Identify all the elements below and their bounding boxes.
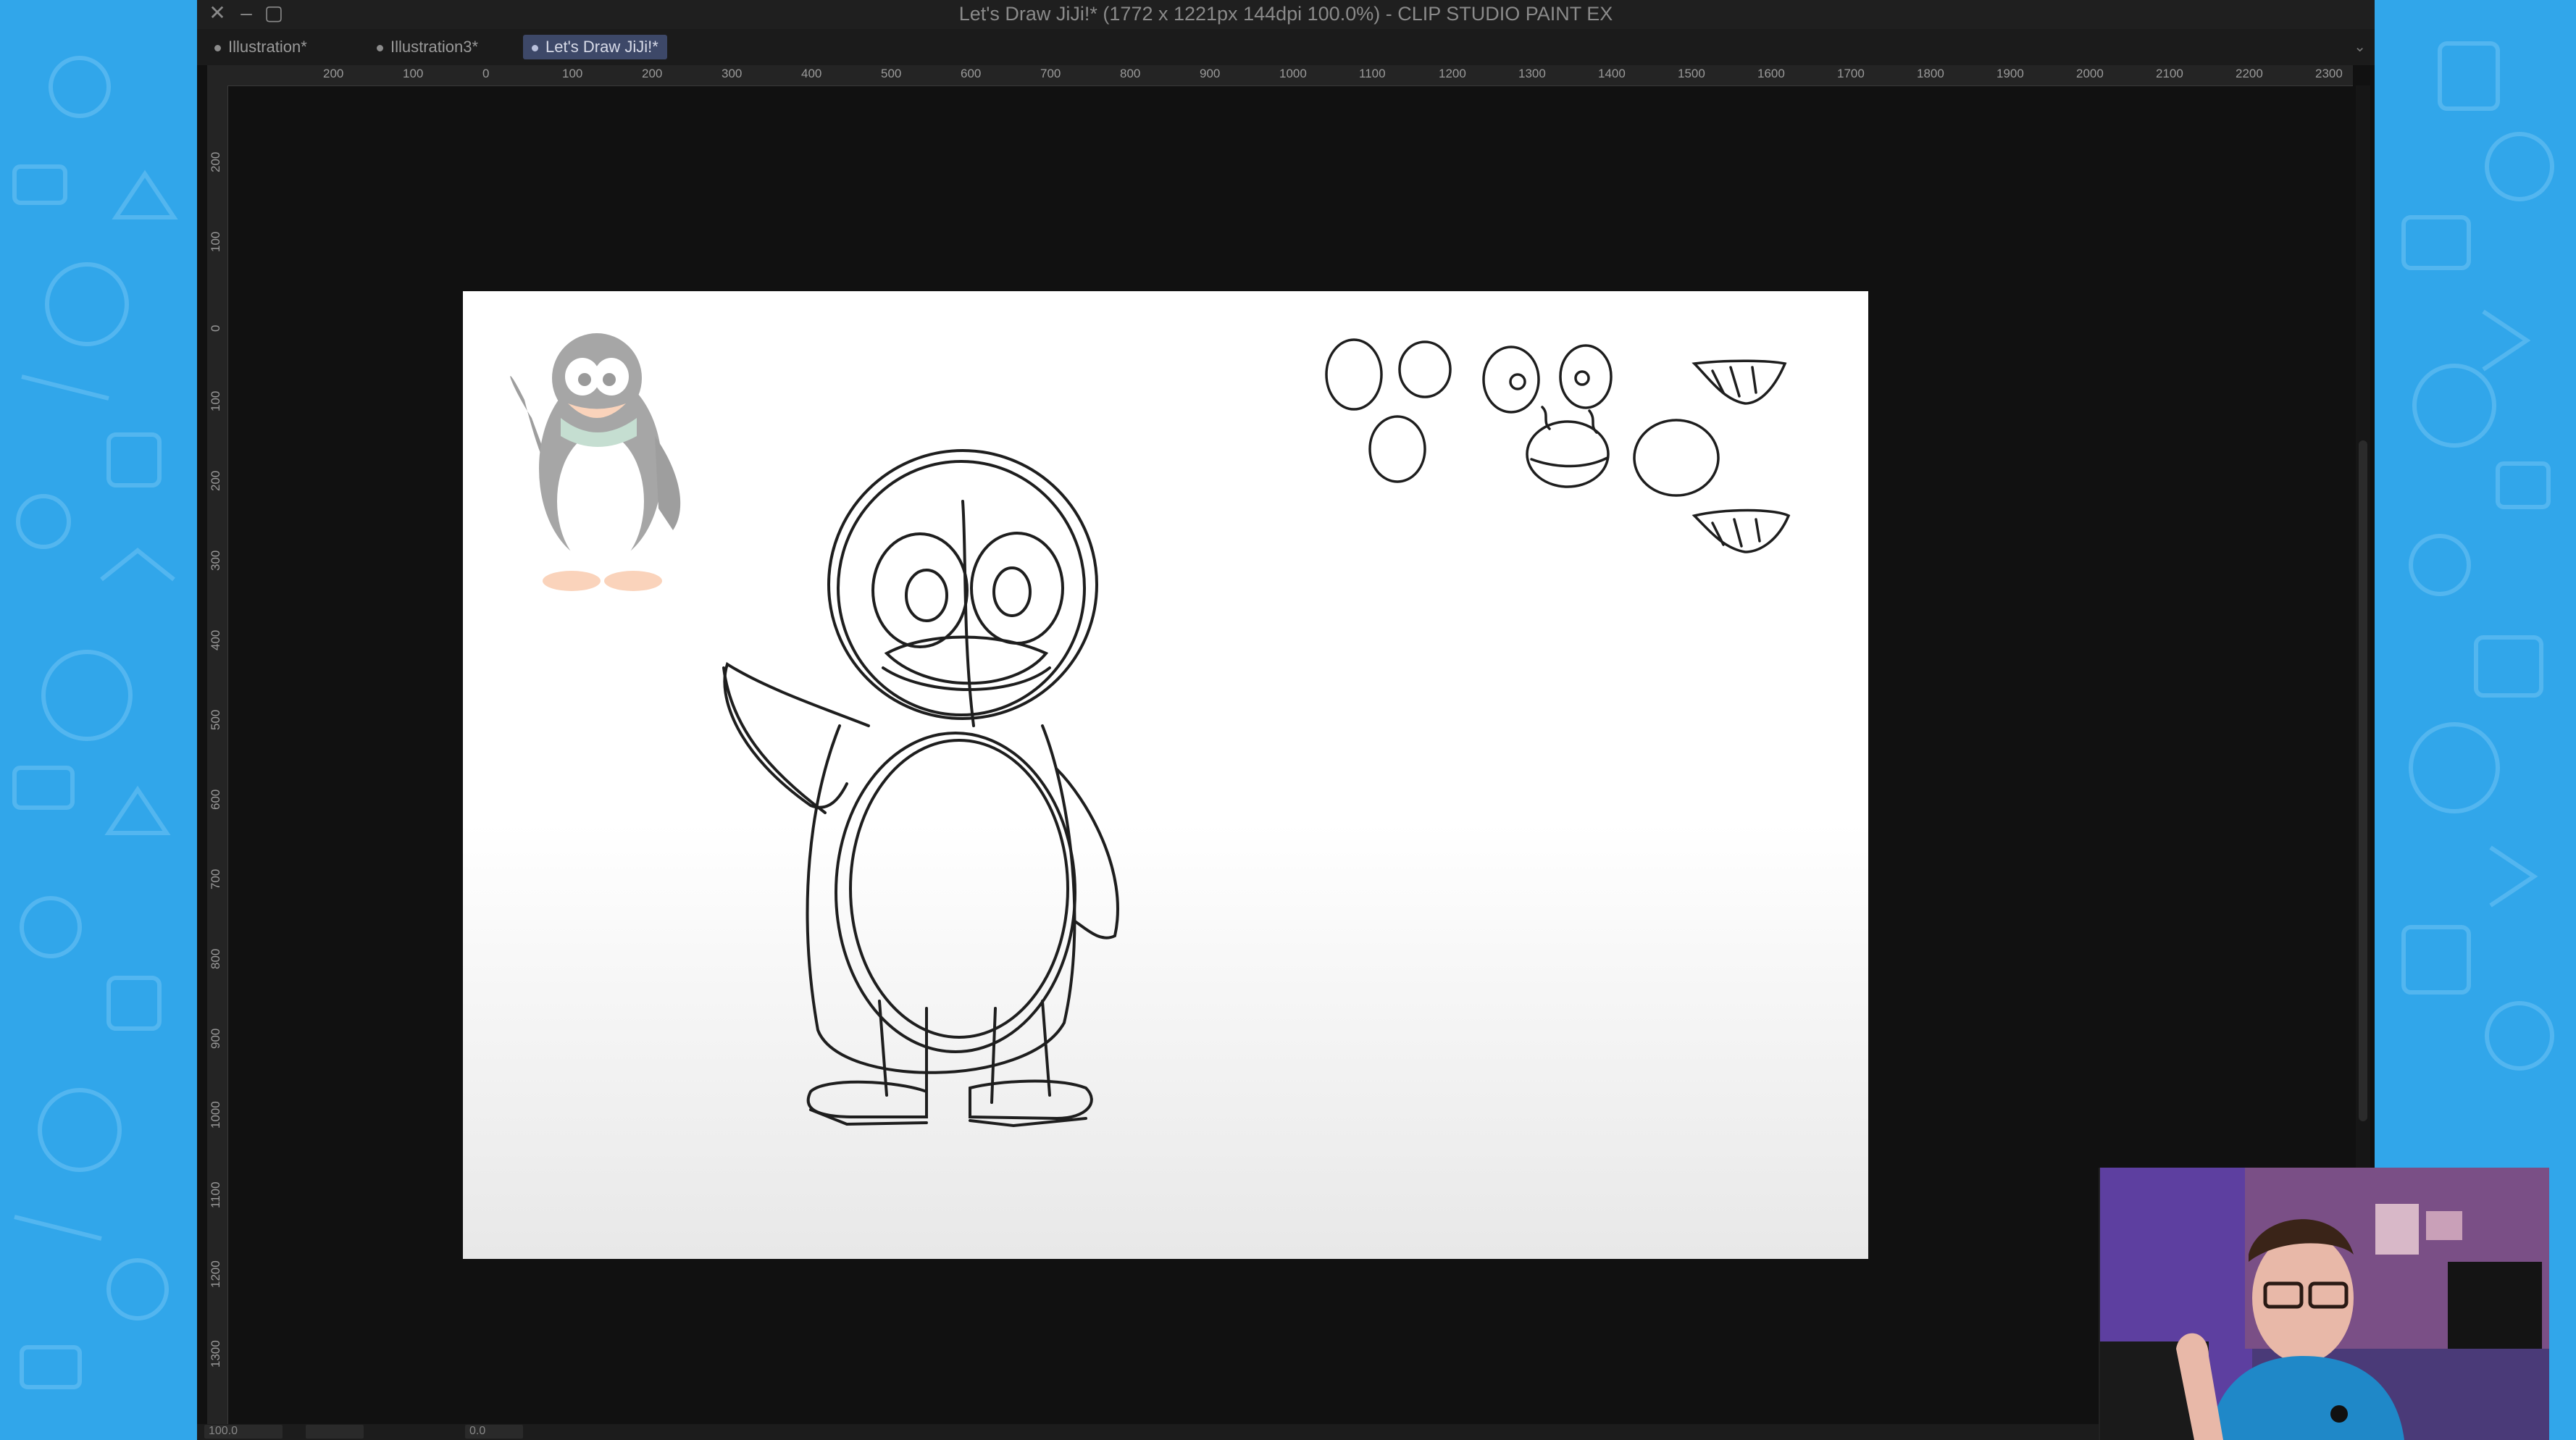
ruler-tick-label: 1500	[1678, 67, 1705, 80]
unsaved-dot-icon	[532, 44, 538, 51]
ruler-tick-label: 100	[209, 231, 222, 252]
ruler-tick-label: 300	[209, 550, 222, 571]
ruler-tick-label: 0	[482, 67, 490, 80]
ruler-tick-label: 1400	[1598, 67, 1626, 80]
zoom-slider[interactable]	[306, 1425, 364, 1439]
ruler-tick-label: 200	[323, 67, 344, 80]
ruler-tick-label: 1800	[1917, 67, 1944, 80]
reference-penguin-image	[510, 333, 681, 591]
tab-label: Illustration3*	[390, 38, 479, 56]
ruler-tick-label: 1900	[1996, 67, 2024, 80]
ruler-tick-label: 500	[209, 709, 222, 730]
scrollbar-thumb[interactable]	[2359, 440, 2367, 1121]
ruler-tick-label: 2200	[2236, 67, 2263, 80]
tab-illustration[interactable]: Illustration*	[206, 35, 316, 59]
tab-lets-draw-jiji[interactable]: Let's Draw JiJi!*	[523, 35, 667, 59]
tab-label: Illustration*	[228, 38, 307, 56]
tab-label: Let's Draw JiJi!*	[545, 38, 658, 56]
ruler-tick-label: 500	[881, 67, 902, 80]
ruler-tick-label: 300	[722, 67, 743, 80]
ruler-tick-label: 0	[209, 325, 222, 332]
ruler-tick-label: 1600	[1757, 67, 1785, 80]
ruler-tick-label: 400	[801, 67, 822, 80]
streamer-webcam-image	[2100, 1168, 2549, 1440]
tab-overflow-chevron-icon[interactable]: ⌄	[2354, 38, 2366, 56]
ruler-tick-label: 1700	[1837, 67, 1865, 80]
vertical-ruler: 200 100 0 100 200 300 400 500 600 700 800 900 1000 11…	[207, 85, 228, 1431]
penguin-sketch	[722, 449, 1119, 1128]
ruler-tick-label: 100	[403, 67, 424, 80]
rotation-field[interactable]: 0.0	[465, 1425, 523, 1439]
ruler-tick-label: 100	[209, 390, 222, 411]
ruler-tick-label: 2000	[2076, 67, 2104, 80]
unsaved-dot-icon	[214, 44, 221, 51]
ruler-tick-label: 1300	[209, 1340, 222, 1368]
ruler-tick-label: 600	[209, 789, 222, 810]
sketch-artwork	[510, 333, 1791, 1128]
ruler-tick-label: 900	[209, 1028, 222, 1049]
ruler-tick-label: 600	[961, 67, 982, 80]
status-bar: 100.0 0.0	[197, 1424, 2375, 1440]
ruler-tick-label: 800	[209, 948, 222, 969]
ruler-tick-label: 200	[642, 67, 663, 80]
ruler-tick-label: 700	[209, 868, 222, 889]
ruler-tick-label: 1100	[1359, 67, 1386, 80]
horizontal-ruler: 200 100 0 100 200 300 400 500 600 700 800 900 1000 11…	[207, 65, 2353, 86]
ruler-tick-label: 100	[562, 67, 583, 80]
ruler-tick-label: 1000	[209, 1101, 222, 1129]
ruler-tick-label: 800	[1120, 67, 1141, 80]
background-pattern-left	[0, 0, 197, 1440]
ruler-tick-label: 2300	[2315, 67, 2343, 80]
eye-and-beak-studies	[1325, 338, 1791, 553]
title-bar: ✕ – ▢ Let's Draw JiJi!* (1772 x 1221px 1…	[197, 0, 2375, 29]
ruler-tick-label: 1200	[1439, 67, 1466, 80]
ruler-tick-label: 200	[209, 151, 222, 172]
ruler-tick-label: 2100	[2156, 67, 2183, 80]
clip-studio-window: ✕ – ▢ Let's Draw JiJi!* (1772 x 1221px 1…	[197, 0, 2375, 1440]
ruler-tick-label: 400	[209, 629, 222, 650]
zoom-field[interactable]: 100.0	[204, 1425, 283, 1439]
ruler-tick-label: 900	[1200, 67, 1221, 80]
webcam-overlay	[2099, 1168, 2549, 1440]
doodle-pattern	[12, 56, 178, 1389]
tab-illustration3[interactable]: Illustration3*	[368, 35, 487, 59]
ruler-tick-label: 200	[209, 470, 222, 491]
ruler-tick-label: 700	[1040, 67, 1061, 80]
document-tabs: Illustration* Illustration3* Let's Draw …	[197, 29, 2375, 65]
ruler-tick-label: 1000	[1279, 67, 1307, 80]
drawing-canvas[interactable]	[463, 291, 1868, 1259]
window-title: Let's Draw JiJi!* (1772 x 1221px 144dpi …	[958, 3, 1613, 25]
ruler-tick-label: 1300	[1518, 67, 1546, 80]
unsaved-dot-icon	[377, 44, 383, 51]
ruler-tick-label: 1100	[209, 1181, 222, 1208]
ruler-tick-label: 1200	[209, 1260, 222, 1288]
